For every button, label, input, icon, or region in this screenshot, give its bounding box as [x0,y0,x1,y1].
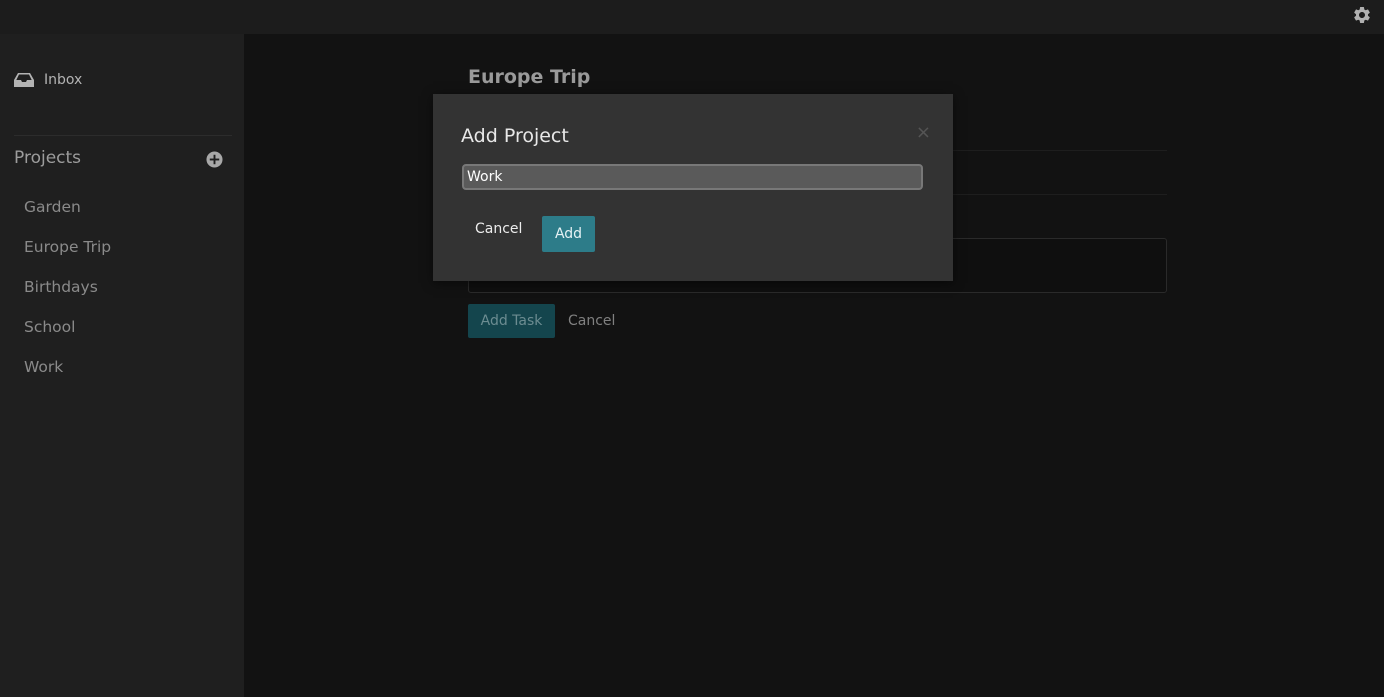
sidebar-item-school[interactable]: School [24,314,111,354]
modal-add-button[interactable]: Add [542,216,595,252]
add-task-button[interactable]: Add Task [468,304,555,338]
sidebar-item-label: Inbox [44,72,83,88]
inbox-icon [14,73,34,87]
top-bar [0,0,1384,34]
sidebar-item-work[interactable]: Work [24,354,111,394]
sidebar: Inbox Projects Garden Europe Trip Birthd… [0,34,244,697]
modal-cancel-button[interactable]: Cancel [475,221,522,237]
add-project-icon[interactable] [206,151,223,168]
gear-icon[interactable] [1352,5,1372,25]
sidebar-divider [14,135,232,136]
sidebar-item-inbox[interactable]: Inbox [14,70,82,90]
projects-header: Projects [14,148,82,168]
modal-title: Add Project [461,125,569,147]
project-name-input[interactable]: Work [462,164,923,190]
project-list: Garden Europe Trip Birthdays School Work [24,194,111,394]
add-project-modal: Add Project × Work Cancel Add [433,94,953,281]
close-icon[interactable]: × [916,122,931,143]
sidebar-item-birthdays[interactable]: Birthdays [24,274,111,314]
page-title: Europe Trip [468,66,591,88]
sidebar-item-garden[interactable]: Garden [24,194,111,234]
sidebar-item-europe-trip[interactable]: Europe Trip [24,234,111,274]
cancel-task-button[interactable]: Cancel [568,304,615,338]
